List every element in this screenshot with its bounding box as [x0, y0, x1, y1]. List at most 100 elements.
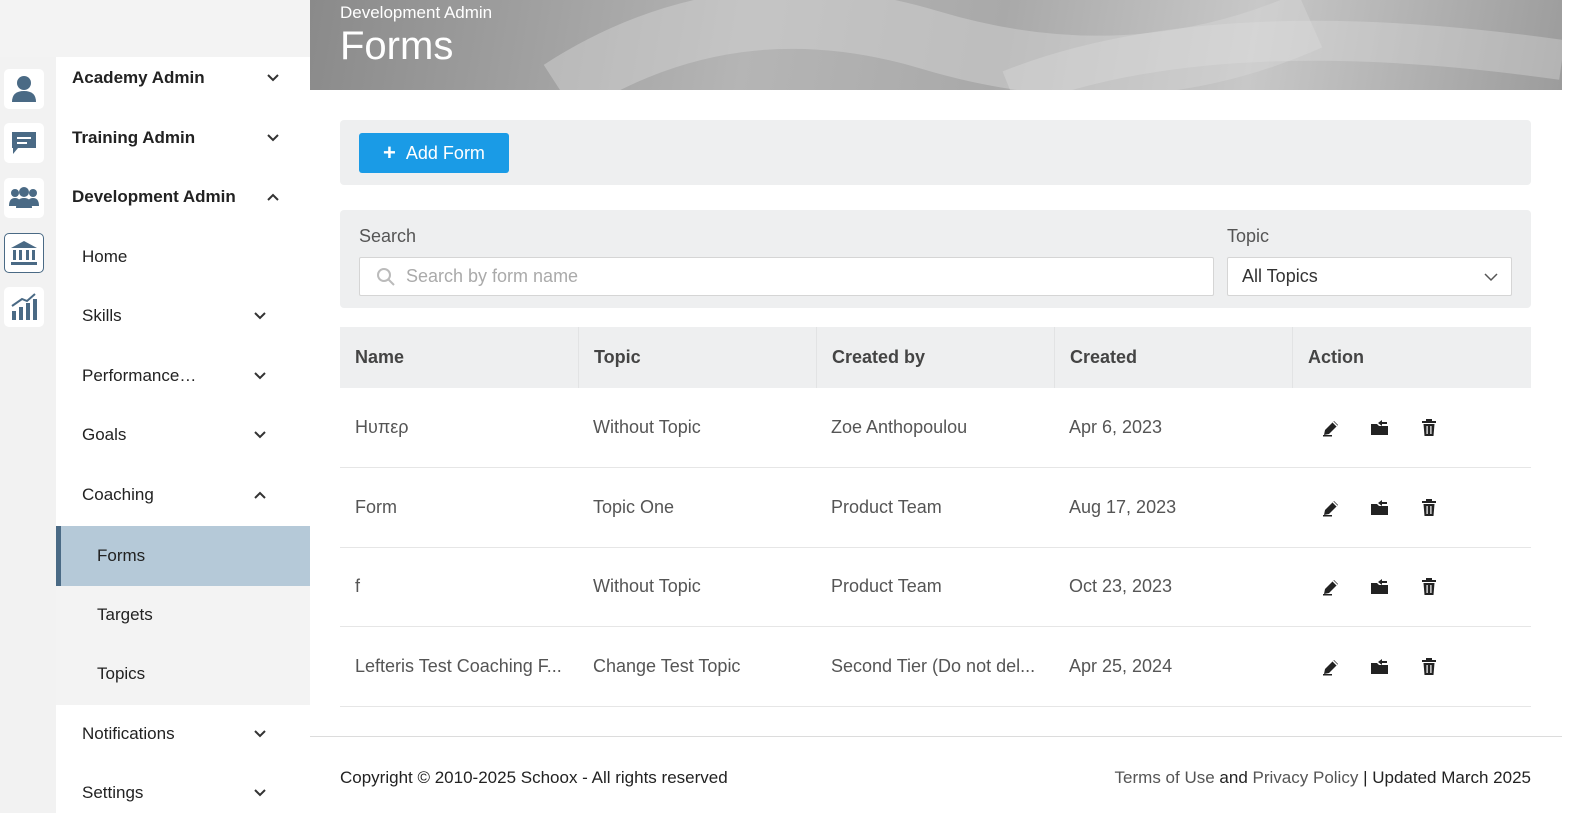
banner-decoration — [543, 0, 1562, 90]
search-input[interactable] — [404, 265, 1188, 288]
sidebar-item-label: Training Admin — [72, 128, 196, 147]
table-row[interactable]: Lefteris Test Coaching F... Change Test T… — [340, 627, 1531, 707]
chevron-up-icon — [267, 193, 279, 201]
table-header: Name Topic Created by Created Action — [340, 327, 1531, 388]
filter-panel: Search Topic All Topics — [340, 210, 1531, 308]
sidebar-item-coaching[interactable]: Coaching — [56, 465, 310, 525]
add-form-label: Add Form — [405, 142, 485, 163]
footer-copyright: Copyright © 2010-2025 Schoox - All right… — [340, 768, 728, 787]
cell-topic: Topic One — [593, 497, 675, 517]
sidebar-item-label: Notifications — [82, 724, 175, 743]
sidebar-item-label: Goals — [82, 425, 127, 444]
breadcrumb: Development Admin — [340, 3, 493, 22]
search-field[interactable] — [359, 257, 1214, 296]
sidebar-item-skills[interactable]: Skills — [56, 286, 310, 346]
edit-icon[interactable] — [1320, 417, 1342, 439]
edit-icon[interactable] — [1320, 656, 1342, 678]
cell-topic: Without Topic — [593, 417, 701, 437]
sidebar-item-label: Home — [82, 247, 128, 266]
delete-icon[interactable] — [1418, 656, 1440, 678]
column-header-action: Action — [1292, 327, 1531, 388]
chat-icon[interactable] — [4, 123, 44, 163]
cell-topic: Change Test Topic — [593, 656, 741, 676]
column-header-created-by[interactable]: Created by — [816, 327, 1054, 388]
team-icon[interactable] — [4, 178, 44, 218]
table-row[interactable]: Form Topic One Product Team Aug 17, 2023 — [340, 468, 1531, 548]
sidebar-item-performance[interactable]: Performance… — [56, 346, 310, 406]
terms-link[interactable]: Terms of Use — [1115, 768, 1215, 787]
move-icon[interactable] — [1369, 576, 1391, 598]
column-header-created[interactable]: Created — [1054, 327, 1292, 388]
cell-created: Apr 25, 2024 — [1069, 656, 1173, 676]
sidebar-item-academy-admin[interactable]: Academy Admin — [56, 48, 310, 108]
footer-updated: | Updated March 2025 — [1363, 768, 1531, 787]
sidebar-nav: Academy Admin Training Admin Development… — [56, 57, 310, 813]
sidebar-item-development-admin[interactable]: Development Admin — [56, 167, 310, 227]
sidebar-item-label: Targets — [97, 605, 153, 624]
table-row[interactable]: Ηυπερ Without Topic Zoe Anthopoulou Apr 6, … — [340, 388, 1531, 468]
cell-created-by: Product Team — [831, 576, 942, 596]
topic-label: Topic — [1227, 226, 1270, 246]
sidebar-item-goals[interactable]: Goals — [56, 405, 310, 465]
toolbar: + Add Form — [340, 120, 1531, 185]
institution-icon[interactable] — [4, 233, 44, 273]
user-icon[interactable] — [4, 69, 44, 109]
cell-topic: Without Topic — [593, 576, 701, 596]
delete-icon[interactable] — [1418, 497, 1440, 519]
cell-name: f — [355, 576, 361, 596]
sidebar-item-label: Settings — [82, 783, 144, 802]
delete-icon[interactable] — [1418, 417, 1440, 439]
sidebar-item-training-admin[interactable]: Training Admin — [56, 108, 310, 168]
cell-name: Form — [355, 497, 397, 517]
edit-icon[interactable] — [1320, 576, 1342, 598]
cell-created-by: Second Tier (Do not del... — [831, 656, 1036, 676]
cell-created-by: Product Team — [831, 497, 942, 517]
add-form-button[interactable]: + Add Form — [359, 133, 509, 173]
cell-created: Apr 6, 2023 — [1069, 417, 1163, 437]
chevron-down-icon — [1484, 273, 1498, 282]
sidebar-item-label: Development Admin — [72, 187, 236, 206]
scrollbar[interactable] — [1562, 0, 1578, 813]
sidebar-item-forms[interactable]: Forms — [56, 526, 310, 586]
move-icon[interactable] — [1369, 417, 1391, 439]
table-row[interactable]: f Without Topic Product Team Oct 23, 2023 — [340, 547, 1531, 627]
cell-name: Lefteris Test Coaching F... — [355, 656, 562, 676]
delete-icon[interactable] — [1418, 576, 1440, 598]
cell-name: Ηυπερ — [355, 417, 409, 437]
footer-and: and — [1219, 768, 1248, 787]
sidebar-item-topics[interactable]: Topics — [56, 644, 310, 704]
footer-links: Terms of Use and Privacy Policy | Update… — [1115, 768, 1531, 788]
sidebar-item-label: Coaching — [82, 485, 154, 504]
chevron-up-icon — [254, 491, 266, 499]
page-header: Development Admin Forms — [310, 0, 1562, 90]
search-label: Search — [359, 226, 417, 246]
sidebar-item-settings[interactable]: Settings — [56, 763, 310, 823]
sidebar-item-label: Performance… — [82, 366, 197, 385]
sidebar-item-home[interactable]: Home — [56, 227, 310, 287]
move-icon[interactable] — [1369, 497, 1391, 519]
chevron-down-icon — [267, 134, 279, 142]
cell-created: Oct 23, 2023 — [1069, 576, 1173, 596]
cell-created-by: Zoe Anthopoulou — [831, 417, 968, 437]
chevron-down-icon — [254, 372, 266, 380]
chevron-down-icon — [254, 431, 266, 439]
column-header-topic[interactable]: Topic — [578, 327, 816, 388]
sidebar-item-targets[interactable]: Targets — [56, 585, 310, 645]
cell-created: Aug 17, 2023 — [1069, 497, 1177, 517]
column-header-name[interactable]: Name — [340, 327, 578, 388]
sidebar-item-label: Topics — [97, 664, 146, 683]
privacy-link[interactable]: Privacy Policy — [1253, 768, 1359, 787]
icon-rail — [0, 57, 56, 813]
topic-select-value: All Topics — [1242, 266, 1318, 286]
sidebar-item-notifications[interactable]: Notifications — [56, 704, 310, 764]
chevron-down-icon — [267, 74, 279, 82]
search-icon — [377, 267, 395, 286]
sidebar-item-label: Forms — [97, 546, 146, 565]
plus-icon: + — [383, 140, 396, 165]
topic-select[interactable]: All Topics — [1227, 257, 1512, 296]
sidebar-item-label: Skills — [82, 306, 122, 325]
analytics-icon[interactable] — [4, 287, 44, 327]
move-icon[interactable] — [1369, 656, 1391, 678]
edit-icon[interactable] — [1320, 497, 1342, 519]
chevron-down-icon — [254, 730, 266, 738]
